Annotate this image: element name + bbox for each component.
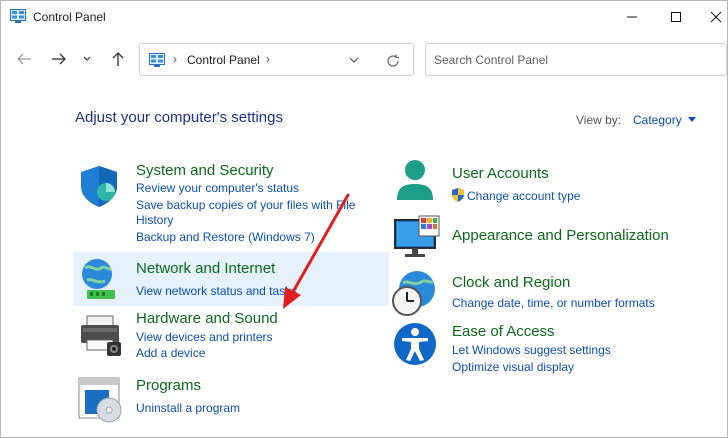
chevron-down-icon [349,57,359,63]
hardware-sound-title[interactable]: Hardware and Sound [136,310,278,327]
breadcrumb-separator[interactable]: › [173,52,177,66]
change-account-type-label[interactable]: Change account type [467,189,580,203]
close-icon [710,11,722,23]
view-by-dropdown[interactable]: Category [633,113,696,127]
optimize-display-link[interactable]: Optimize visual display [452,360,574,375]
monitor-icon [394,215,440,257]
navigation-bar: › Control Panel › [1,34,727,86]
refresh-icon [387,54,399,67]
control-panel-icon [149,53,165,67]
programs-disc-icon [78,377,122,423]
shield-icon [81,166,117,207]
arrow-right-icon [52,53,66,65]
minimize-button[interactable] [617,3,647,31]
breadcrumb-separator[interactable]: › [266,52,270,66]
up-button[interactable] [105,46,131,72]
breadcrumb-control-panel[interactable]: Control Panel [187,53,260,67]
content-area: Adjust your computer's settings View by:… [1,86,727,437]
address-dropdown-button[interactable] [346,52,362,68]
view-by-label: View by: [576,113,622,127]
chevron-down-icon [83,56,91,61]
page-title: Adjust your computer's settings [75,109,283,126]
network-internet-title[interactable]: Network and Internet [136,260,275,277]
maximize-button[interactable] [661,3,691,31]
close-button[interactable] [701,3,727,31]
add-device-link[interactable]: Add a device [136,346,205,361]
refresh-button[interactable] [384,52,402,70]
date-time-formats-link[interactable]: Change date, time, or number formats [452,296,655,311]
system-security-title[interactable]: System and Security [136,162,274,179]
annotation-arrow-icon [283,193,350,309]
appearance-title[interactable]: Appearance and Personalization [452,227,669,244]
printer-icon [81,315,121,356]
control-panel-icon [10,9,26,23]
arrow-up-icon [112,52,124,66]
ease-of-access-title[interactable]: Ease of Access [452,323,555,340]
maximize-icon [671,12,681,22]
control-panel-window: Control Panel › Control Panel › Search C… [0,0,728,438]
programs-title[interactable]: Programs [136,377,201,394]
address-bar[interactable]: › Control Panel › [139,43,414,76]
minimize-icon [627,16,637,18]
network-globe-icon [82,259,115,299]
user-accounts-title[interactable]: User Accounts [452,165,549,182]
view-by-value[interactable]: Category [633,113,682,127]
recent-locations-button[interactable] [77,46,97,72]
uninstall-program-link[interactable]: Uninstall a program [136,401,240,416]
suggest-settings-link[interactable]: Let Windows suggest settings [452,343,611,358]
uac-shield-icon [452,188,464,202]
search-input[interactable] [434,51,714,69]
arrow-left-icon [17,53,31,65]
change-account-type-link[interactable]: Change account type [452,188,580,204]
search-box[interactable] [425,43,727,76]
accessibility-icon [394,323,436,365]
forward-button[interactable] [46,46,72,72]
title-bar: Control Panel [1,1,727,34]
clock-region-title[interactable]: Clock and Region [452,274,570,291]
devices-printers-link[interactable]: View devices and printers [136,330,273,345]
window-title: Control Panel [33,10,106,24]
user-icon [397,160,433,200]
clock-globe-icon [392,271,435,316]
caret-down-icon [687,117,696,122]
back-button[interactable] [11,46,37,72]
